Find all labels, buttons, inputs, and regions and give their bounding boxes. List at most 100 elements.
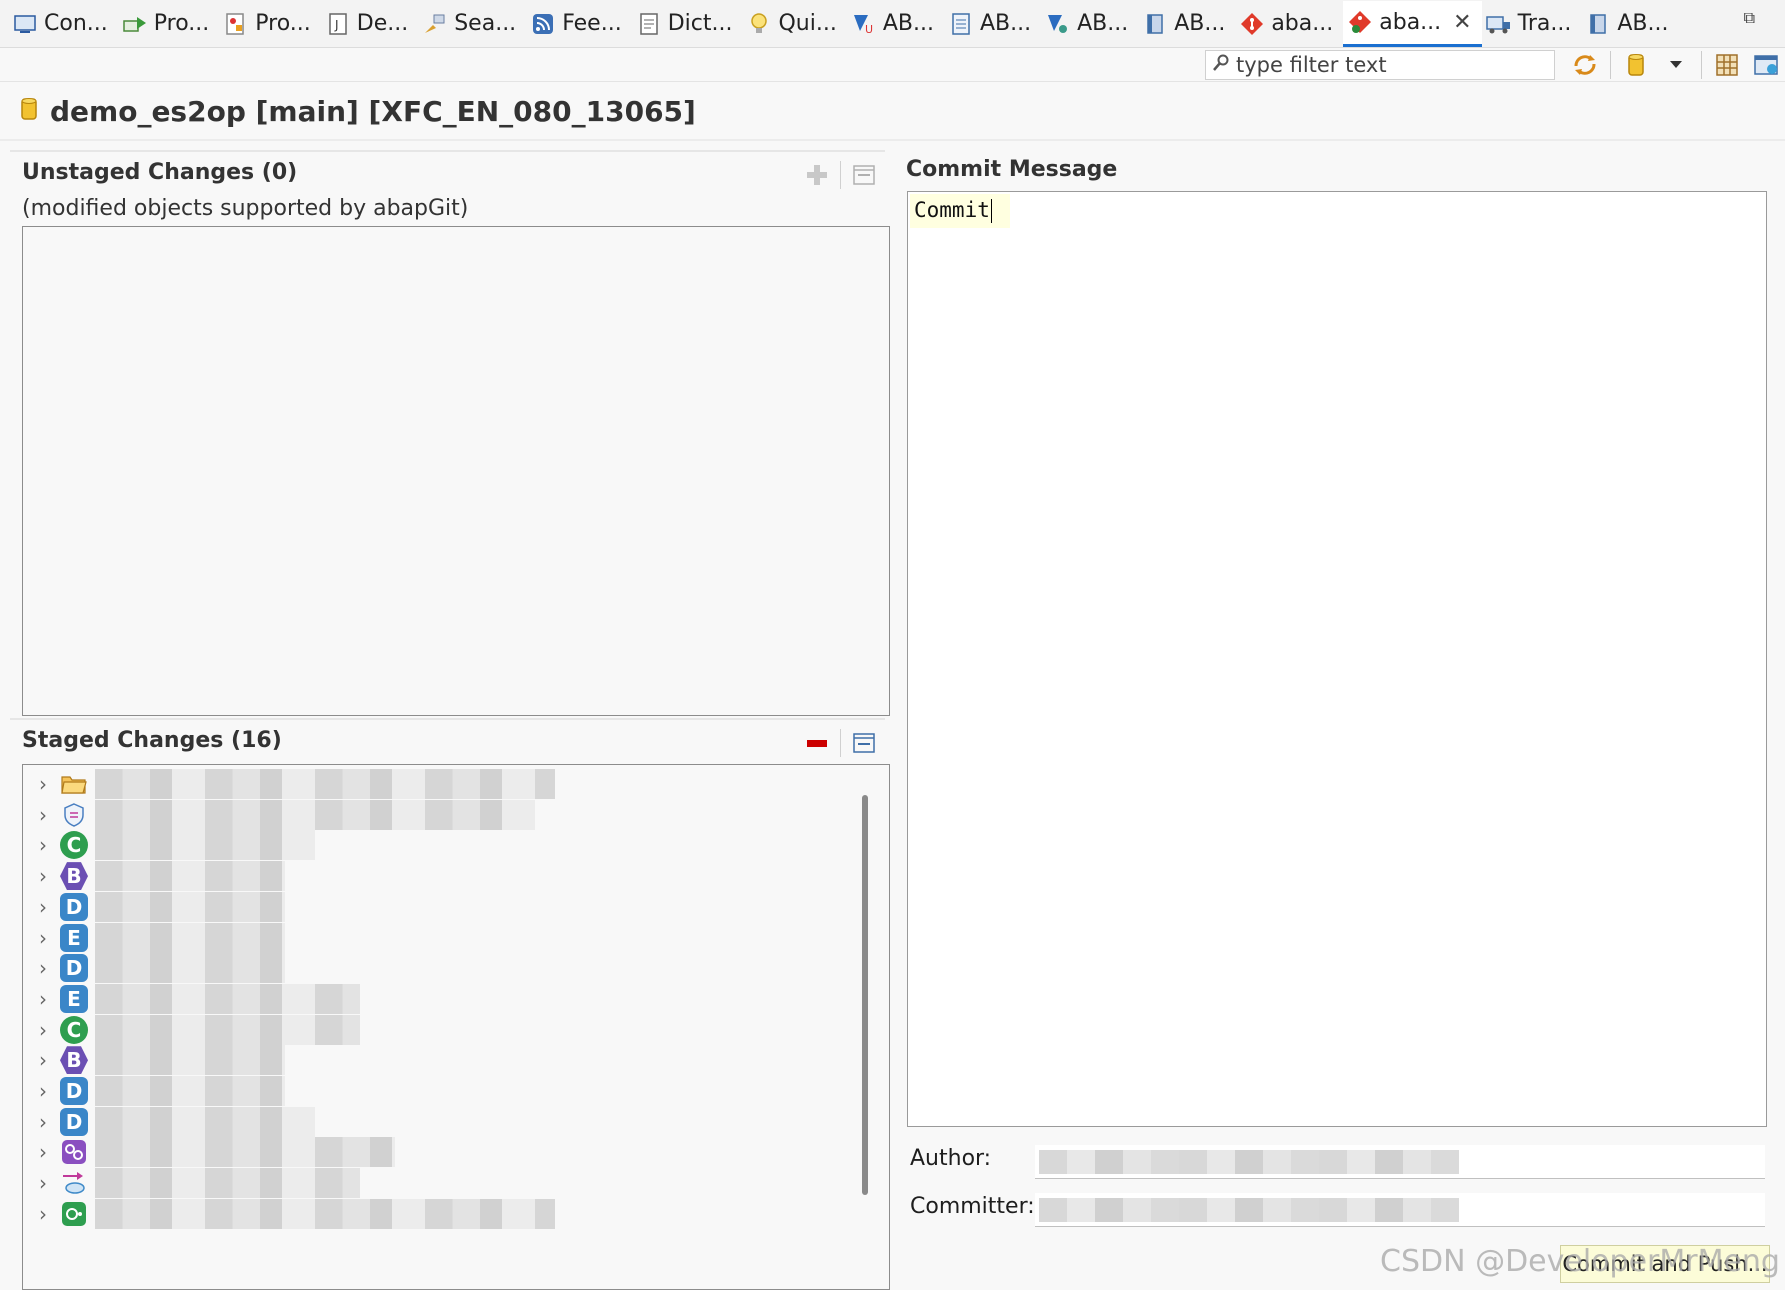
chevron-right-icon[interactable]: › (23, 956, 53, 980)
object-name-redacted (95, 1106, 315, 1137)
staged-tree-row[interactable]: › D (23, 890, 843, 924)
abap-unit-icon: U (851, 11, 877, 37)
tab-label: Pro... (153, 11, 210, 36)
data-definition-icon: D (59, 953, 89, 983)
staged-tree-row[interactable]: › E (23, 982, 843, 1016)
chevron-right-icon[interactable]: › (23, 1048, 53, 1072)
staged-list[interactable]: › › › C › B › D › E › D › E › C › B › D › D › › › (22, 764, 890, 1290)
abap-doc-icon (948, 11, 974, 37)
behavior-icon: B (59, 1045, 89, 1075)
class-icon: C (59, 1015, 89, 1045)
collapse-all-icon[interactable] (847, 158, 881, 192)
commit-message-text: Commit (914, 198, 990, 222)
tab-transport[interactable]: Tra... (1482, 1, 1582, 47)
staged-tree-row[interactable]: › (23, 1197, 843, 1231)
tab-progress[interactable]: Pro... (118, 1, 220, 47)
chevron-right-icon[interactable]: › (23, 833, 53, 857)
lightbulb-icon (746, 11, 772, 37)
search-icon (422, 11, 448, 37)
class-icon: C (59, 830, 89, 860)
chevron-right-icon[interactable]: › (23, 1202, 53, 1226)
staged-tree-row[interactable]: › C (23, 1013, 843, 1047)
object-type-badge: D (60, 954, 88, 983)
object-type-badge: D (60, 892, 88, 921)
transport-arrow-icon (59, 1168, 89, 1198)
svg-text:J: J (334, 18, 339, 32)
tab-dictionary[interactable]: Dict... (632, 1, 743, 47)
chevron-right-icon[interactable]: › (23, 1079, 53, 1103)
commit-and-push-button[interactable]: Commit and Push... (1560, 1245, 1770, 1283)
tab-lightbulb[interactable]: Qui... (742, 1, 846, 47)
refresh-icon[interactable] (1570, 50, 1600, 80)
restore-icon[interactable]: ⧉ (1744, 8, 1755, 28)
chevron-right-icon[interactable]: › (23, 1140, 53, 1164)
chevron-right-icon[interactable]: › (23, 895, 53, 919)
open-in-browser-icon[interactable] (1752, 50, 1782, 80)
javadoc-icon: J (325, 11, 351, 37)
staged-tree-row[interactable]: › B (23, 1043, 843, 1077)
tab-abap-unit[interactable]: U AB... (847, 1, 944, 47)
close-icon[interactable]: ✕ (1453, 10, 1471, 35)
chevron-right-icon[interactable]: › (23, 803, 53, 827)
tab-git[interactable]: aba... (1235, 1, 1343, 47)
stage-all-plus-icon[interactable] (800, 158, 834, 192)
shield-icon (59, 800, 89, 830)
staged-tree-row[interactable]: › (23, 767, 843, 801)
tab-search[interactable]: Sea... (418, 1, 526, 47)
tab-label: AB... (1174, 11, 1226, 36)
chevron-right-icon[interactable]: › (23, 772, 53, 796)
chevron-right-icon[interactable]: › (23, 926, 53, 950)
object-name-redacted (95, 799, 535, 830)
staged-tree-row[interactable]: › (23, 798, 843, 832)
staged-tree-row[interactable]: › (23, 1166, 843, 1200)
unstage-all-minus-icon[interactable] (800, 726, 834, 760)
author-label: Author: (910, 1146, 992, 1171)
svg-text:U: U (865, 23, 873, 35)
commit-message-title: Commit Message (906, 157, 1118, 182)
service-binding-icon (59, 1137, 89, 1167)
staged-section: Staged Changes (16) › › › C › B › D › E › D › E › C › B › D… (10, 718, 890, 1290)
committer-field[interactable] (1035, 1193, 1765, 1227)
dictionary-icon (636, 11, 662, 37)
chevron-right-icon[interactable]: › (23, 1171, 53, 1195)
author-field[interactable] (1035, 1145, 1765, 1179)
feed-icon (530, 11, 556, 37)
tab-abap-doc[interactable]: AB... (944, 1, 1041, 47)
staged-tree-row[interactable]: › D (23, 1105, 843, 1139)
view-toolbar: type filter text ⋮ (0, 48, 1785, 82)
tab-problems[interactable]: Pro... (219, 1, 321, 47)
commit-message-editor[interactable]: Commit (907, 191, 1767, 1127)
staged-tree-row[interactable]: › C (23, 828, 843, 862)
staged-tree-row[interactable]: › D (23, 951, 843, 985)
unstaged-list[interactable] (22, 226, 890, 716)
staged-tree-row[interactable]: › (23, 1135, 843, 1169)
tab-abap-book[interactable]: AB... (1138, 1, 1235, 47)
chevron-right-icon[interactable]: › (23, 864, 53, 888)
tab-git-staging[interactable]: aba... ✕ (1343, 0, 1482, 47)
object-type-badge: E (60, 923, 88, 952)
tab-abap-book[interactable]: AB... (1581, 1, 1678, 47)
committer-value-redacted (1039, 1198, 1459, 1222)
filter-input[interactable]: type filter text (1205, 50, 1555, 80)
staged-tree-row[interactable]: › B (23, 859, 843, 893)
object-name-redacted (95, 1076, 285, 1106)
repository-title-bar: demo_es2op [main] [XFC_EN_080_13065] (0, 83, 1785, 141)
chevron-right-icon[interactable]: › (23, 1110, 53, 1134)
repository-icon[interactable] (1621, 50, 1651, 80)
chevron-right-icon[interactable]: › (23, 987, 53, 1011)
collapse-all-icon[interactable] (847, 726, 881, 760)
tab-javadoc[interactable]: J De... (321, 1, 418, 47)
object-name-redacted (95, 953, 285, 984)
staged-tree-row[interactable]: › E (23, 921, 843, 955)
table-icon[interactable] (1712, 50, 1742, 80)
tab-feed[interactable]: Fee... (526, 1, 632, 47)
tab-console[interactable]: Con... (8, 1, 118, 47)
staged-tree-row[interactable]: › D (23, 1074, 843, 1108)
staged-scrollbar[interactable] (862, 795, 868, 1195)
tab-abap-coverage[interactable]: AB... (1041, 1, 1138, 47)
chevron-right-icon[interactable]: › (23, 1018, 53, 1042)
chevron-down-icon[interactable] (1661, 50, 1691, 80)
tab-label: Qui... (778, 11, 837, 36)
object-name-redacted (95, 983, 360, 1014)
object-type-badge: D (60, 1077, 88, 1105)
